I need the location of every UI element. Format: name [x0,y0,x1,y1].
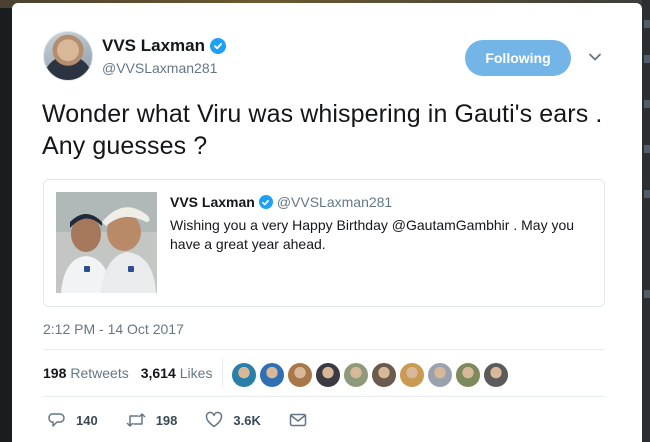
tweet-timestamp[interactable]: 2:12 PM - 14 Oct 2017 [43,321,184,337]
quoted-author-row: VVS Laxman @VVSLaxman281 [170,194,392,210]
quoted-tweet-text: Wishing you a very Happy Birthday @Gauta… [170,217,575,252]
retweet-icon [126,413,145,427]
reply-icon [48,413,65,427]
dm-icon [289,413,307,427]
divider [43,396,605,397]
author-avatar[interactable] [43,31,93,81]
author-handle[interactable]: @VVSLaxman281 [102,60,217,76]
like-button[interactable]: 3.6K [205,411,261,429]
liker-avatar[interactable] [259,362,285,388]
verified-badge-icon [210,38,226,54]
chevron-down-icon[interactable] [587,49,603,65]
verified-badge-icon [258,195,273,209]
liker-avatar[interactable] [315,362,341,388]
liker-avatar[interactable] [427,362,453,388]
tweet-text: Wonder what Viru was whispering in Gauti… [42,100,603,160]
engagement-stats: 198 Retweets 3,614 Likes [43,365,220,381]
background-left-edge [0,0,12,442]
direct-message-button[interactable] [289,412,307,428]
likes-label[interactable]: Likes [180,365,213,381]
retweets-label[interactable]: Retweets [70,365,128,381]
author-name[interactable]: VVS Laxman [102,36,205,56]
divider [43,349,605,350]
quoted-tweet-image [56,192,157,293]
liker-avatar[interactable] [287,362,313,388]
quoted-tweet[interactable]: VVS Laxman @VVSLaxman281 Wishing you a v… [43,179,605,307]
liker-avatar[interactable] [343,362,369,388]
retweet-count: 198 [155,412,178,428]
liker-avatar[interactable] [371,362,397,388]
stats-separator [222,358,223,386]
like-count: 3.6K [233,412,261,428]
liker-avatar[interactable] [231,362,257,388]
liker-avatars [231,362,509,388]
tweet-card: VVS Laxman @VVSLaxman281 Following Wonde… [12,3,642,442]
liker-avatar[interactable] [455,362,481,388]
reply-button[interactable]: 140 [48,411,98,429]
liker-avatar[interactable] [483,362,509,388]
author-name-row: VVS Laxman [102,36,226,56]
background-right-strip [642,0,650,442]
retweet-button[interactable]: 198 [126,411,178,429]
reply-count: 140 [76,412,98,428]
following-button[interactable]: Following [465,40,571,76]
like-total[interactable]: 3,614 [141,365,176,381]
tweet-actions: 140 198 3.6K [48,411,335,429]
quoted-author-name[interactable]: VVS Laxman [170,194,255,210]
quoted-author-handle[interactable]: @VVSLaxman281 [277,194,392,210]
like-icon [206,411,223,428]
liker-avatar[interactable] [399,362,425,388]
retweet-total[interactable]: 198 [43,365,66,381]
